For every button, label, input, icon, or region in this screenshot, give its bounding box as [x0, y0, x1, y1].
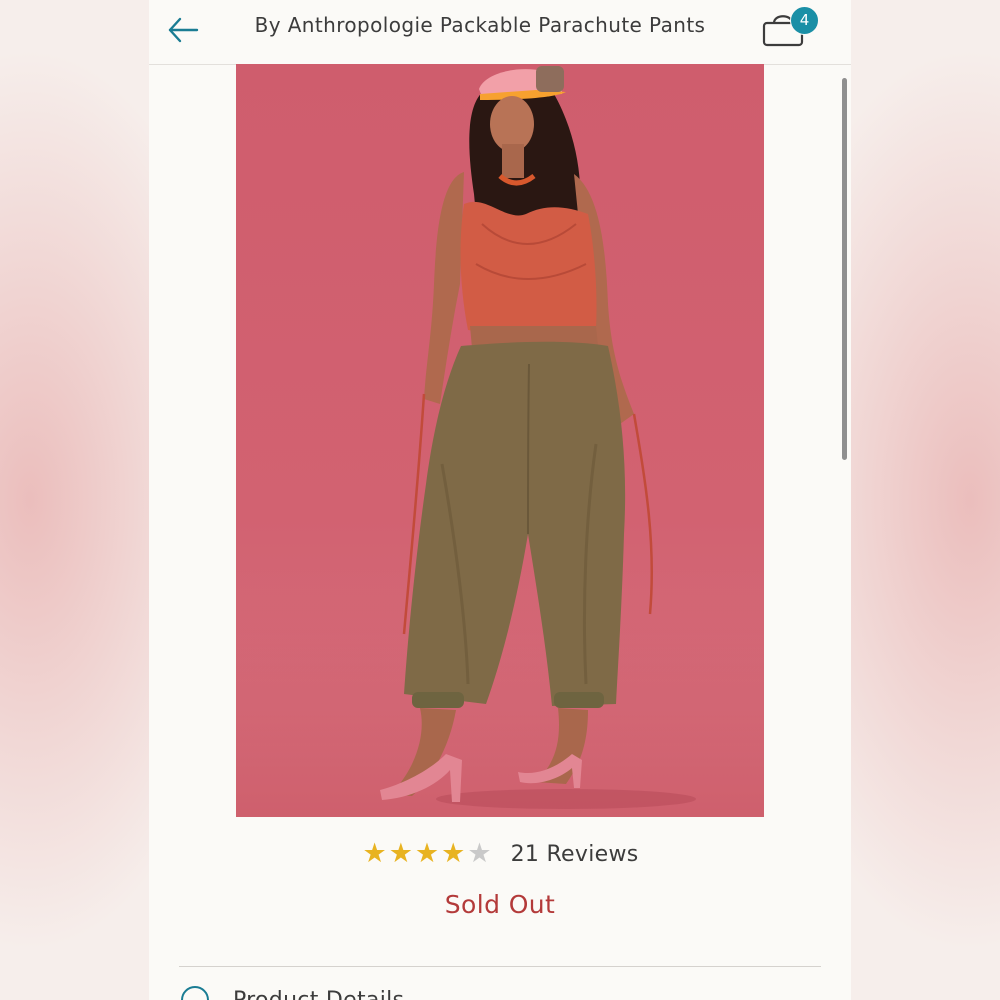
stock-status: Sold Out [444, 890, 556, 919]
app-screen: By Anthropologie Packable Parachute Pant… [149, 0, 851, 1000]
product-image[interactable] [236, 64, 764, 817]
product-details-label: Product Details [233, 988, 404, 1000]
star-icon: ★ [467, 838, 492, 869]
arrow-left-icon [168, 17, 199, 43]
product-details-accordion[interactable]: Product Details [179, 986, 819, 1000]
star-icon: ★ [441, 838, 466, 869]
cart-count-badge: 4 [790, 6, 819, 35]
back-button[interactable] [165, 12, 201, 48]
reviews-link[interactable]: 21 Reviews [511, 842, 639, 867]
star-rating: ★ ★ ★ ★ ★ [361, 839, 492, 869]
rating-row[interactable]: ★ ★ ★ ★ ★ 21 Reviews [149, 838, 851, 870]
star-icon: ★ [414, 838, 440, 869]
circle-icon [181, 986, 209, 1000]
divider [179, 966, 821, 967]
scrollbar[interactable] [842, 78, 847, 460]
star-icon: ★ [362, 838, 387, 869]
model-photo [236, 66, 764, 817]
page-title: By Anthropologie Packable Parachute Pant… [254, 13, 706, 37]
star-icon: ★ [388, 838, 413, 869]
top-bar: By Anthropologie Packable Parachute Pant… [149, 0, 851, 65]
